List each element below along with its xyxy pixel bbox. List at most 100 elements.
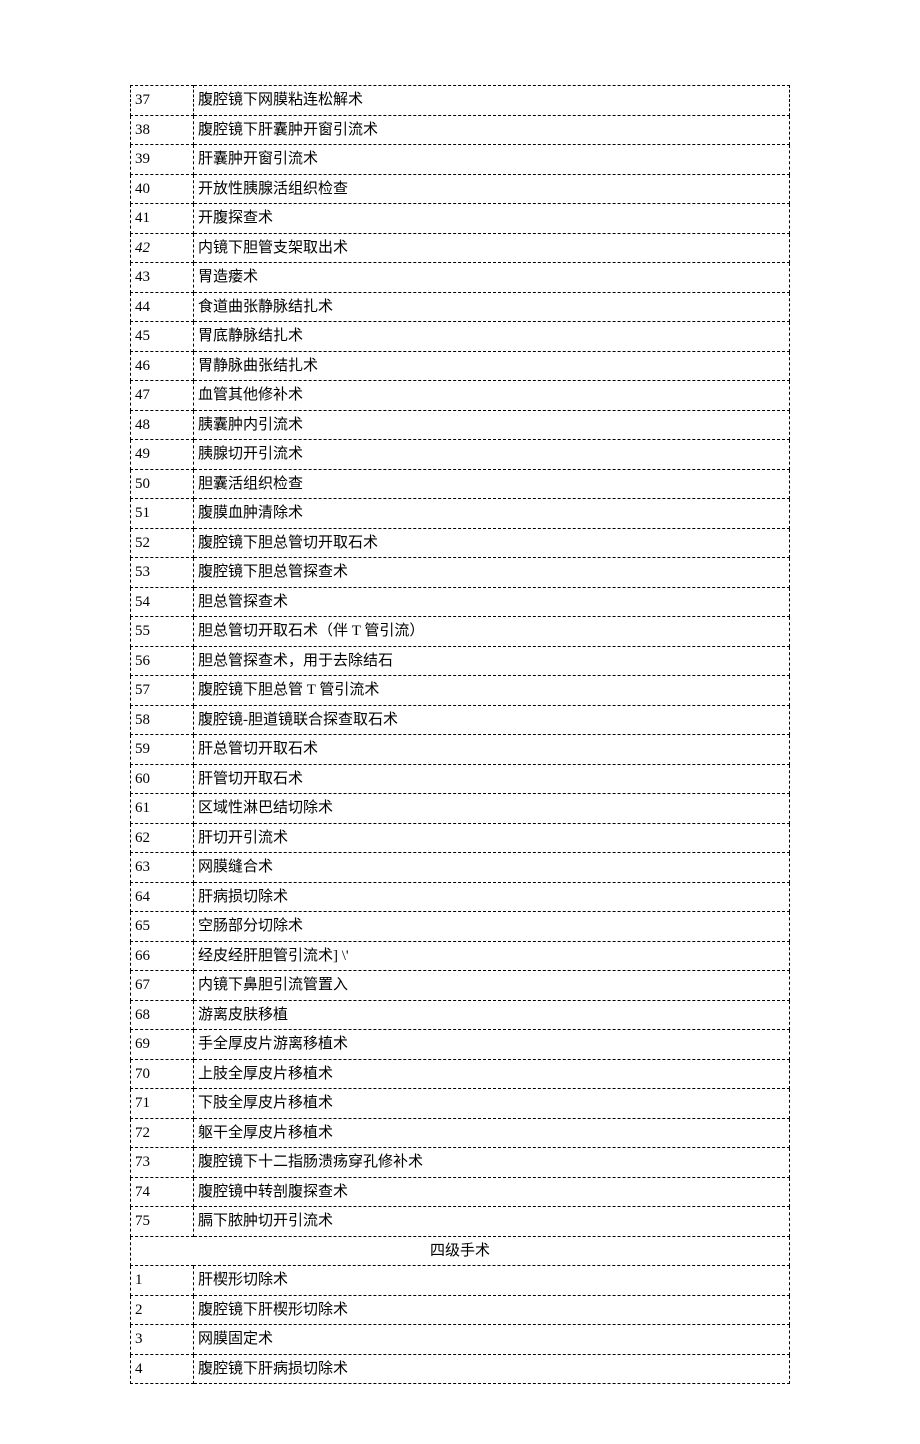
row-number: 38 <box>131 115 194 145</box>
procedure-name: 腹腔镜下网膜粘连松解术 <box>194 86 790 116</box>
table-row: 48胰囊肿内引流术 <box>131 410 790 440</box>
table-row: 4腹腔镜下肝病损切除术 <box>131 1354 790 1384</box>
row-number: 55 <box>131 617 194 647</box>
table-row: 39肝囊肿开窗引流术 <box>131 145 790 175</box>
row-number: 4 <box>131 1354 194 1384</box>
row-number: 43 <box>131 263 194 293</box>
table-row: 51腹膜血肿清除术 <box>131 499 790 529</box>
row-number: 41 <box>131 204 194 234</box>
table-row: 50胆囊活组织检查 <box>131 469 790 499</box>
procedure-name: 肝囊肿开窗引流术 <box>194 145 790 175</box>
table-row: 42内镜下胆管支架取出术 <box>131 233 790 263</box>
row-number: 60 <box>131 764 194 794</box>
procedure-name: 肝总管切开取石术 <box>194 735 790 765</box>
procedure-name: 空肠部分切除术 <box>194 912 790 942</box>
table-row: 40开放性胰腺活组织检查 <box>131 174 790 204</box>
procedure-name: 腹腔镜下胆总管 T 管引流术 <box>194 676 790 706</box>
row-number: 50 <box>131 469 194 499</box>
row-number: 61 <box>131 794 194 824</box>
procedure-name: 胃底静脉结扎术 <box>194 322 790 352</box>
table-row: 58腹腔镜-胆道镜联合探查取石术 <box>131 705 790 735</box>
table-row: 38腹腔镜下肝囊肿开窗引流术 <box>131 115 790 145</box>
procedure-table: 37腹腔镜下网膜粘连松解术38腹腔镜下肝囊肿开窗引流术39肝囊肿开窗引流术40开… <box>130 85 790 1384</box>
row-number: 42 <box>131 233 194 263</box>
row-number: 72 <box>131 1118 194 1148</box>
table-row: 64肝病损切除术 <box>131 882 790 912</box>
procedure-name: 手全厚皮片游离移植术 <box>194 1030 790 1060</box>
table-row: 45胃底静脉结扎术 <box>131 322 790 352</box>
section-header-row: 四级手术 <box>131 1236 790 1266</box>
procedure-name: 腹腔镜-胆道镜联合探查取石术 <box>194 705 790 735</box>
row-number: 49 <box>131 440 194 470</box>
row-number: 47 <box>131 381 194 411</box>
procedure-name: 肝管切开取石术 <box>194 764 790 794</box>
table-row: 54胆总管探查术 <box>131 587 790 617</box>
row-number: 57 <box>131 676 194 706</box>
procedure-name: 腹腔镜中转剖腹探查术 <box>194 1177 790 1207</box>
procedure-name: 腹腔镜下肝囊肿开窗引流术 <box>194 115 790 145</box>
row-number: 37 <box>131 86 194 116</box>
procedure-name: 血管其他修补术 <box>194 381 790 411</box>
table-row: 66经皮经肝胆管引流术] \' <box>131 941 790 971</box>
row-number: 70 <box>131 1059 194 1089</box>
row-number: 46 <box>131 351 194 381</box>
procedure-name: 胰囊肿内引流术 <box>194 410 790 440</box>
table-row: 69手全厚皮片游离移植术 <box>131 1030 790 1060</box>
row-number: 54 <box>131 587 194 617</box>
row-number: 48 <box>131 410 194 440</box>
row-number: 66 <box>131 941 194 971</box>
row-number: 64 <box>131 882 194 912</box>
procedure-name: 腹腔镜下胆总管探查术 <box>194 558 790 588</box>
row-number: 73 <box>131 1148 194 1178</box>
table-row: 73腹腔镜下十二指肠溃疡穿孔修补术 <box>131 1148 790 1178</box>
table-row: 41开腹探查术 <box>131 204 790 234</box>
row-number: 51 <box>131 499 194 529</box>
row-number: 63 <box>131 853 194 883</box>
procedure-name: 肝楔形切除术 <box>194 1266 790 1296</box>
row-number: 58 <box>131 705 194 735</box>
procedure-name: 下肢全厚皮片移植术 <box>194 1089 790 1119</box>
table-row: 49胰腺切开引流术 <box>131 440 790 470</box>
table-row: 71下肢全厚皮片移植术 <box>131 1089 790 1119</box>
row-number: 40 <box>131 174 194 204</box>
row-number: 1 <box>131 1266 194 1296</box>
procedure-name: 肝切开引流术 <box>194 823 790 853</box>
procedure-name: 胆总管切开取石术（伴 T 管引流） <box>194 617 790 647</box>
table-row: 2腹腔镜下肝楔形切除术 <box>131 1295 790 1325</box>
row-number: 74 <box>131 1177 194 1207</box>
table-row: 47血管其他修补术 <box>131 381 790 411</box>
procedure-name: 区域性淋巴结切除术 <box>194 794 790 824</box>
table-row: 1肝楔形切除术 <box>131 1266 790 1296</box>
row-number: 53 <box>131 558 194 588</box>
table-row: 57腹腔镜下胆总管 T 管引流术 <box>131 676 790 706</box>
table-row: 43胃造瘘术 <box>131 263 790 293</box>
table-row: 61区域性淋巴结切除术 <box>131 794 790 824</box>
procedure-name: 游离皮肤移植 <box>194 1000 790 1030</box>
table-row: 75膈下脓肿切开引流术 <box>131 1207 790 1237</box>
row-number: 69 <box>131 1030 194 1060</box>
procedure-name: 肝病损切除术 <box>194 882 790 912</box>
table-row: 60肝管切开取石术 <box>131 764 790 794</box>
procedure-name: 胆总管探查术 <box>194 587 790 617</box>
row-number: 62 <box>131 823 194 853</box>
procedure-name: 胆总管探查术，用于去除结石 <box>194 646 790 676</box>
table-row: 55胆总管切开取石术（伴 T 管引流） <box>131 617 790 647</box>
row-number: 44 <box>131 292 194 322</box>
row-number: 3 <box>131 1325 194 1355</box>
row-number: 67 <box>131 971 194 1001</box>
procedure-name: 网膜固定术 <box>194 1325 790 1355</box>
table-row: 53腹腔镜下胆总管探查术 <box>131 558 790 588</box>
procedure-name: 网膜缝合术 <box>194 853 790 883</box>
procedure-name: 食道曲张静脉结扎术 <box>194 292 790 322</box>
row-number: 56 <box>131 646 194 676</box>
procedure-name: 腹腔镜下胆总管切开取石术 <box>194 528 790 558</box>
procedure-name: 腹腔镜下肝病损切除术 <box>194 1354 790 1384</box>
procedure-name: 腹膜血肿清除术 <box>194 499 790 529</box>
table-row: 37腹腔镜下网膜粘连松解术 <box>131 86 790 116</box>
procedure-name: 腹腔镜下十二指肠溃疡穿孔修补术 <box>194 1148 790 1178</box>
procedure-name: 内镜下胆管支架取出术 <box>194 233 790 263</box>
row-number: 59 <box>131 735 194 765</box>
row-number: 75 <box>131 1207 194 1237</box>
row-number: 2 <box>131 1295 194 1325</box>
row-number: 39 <box>131 145 194 175</box>
